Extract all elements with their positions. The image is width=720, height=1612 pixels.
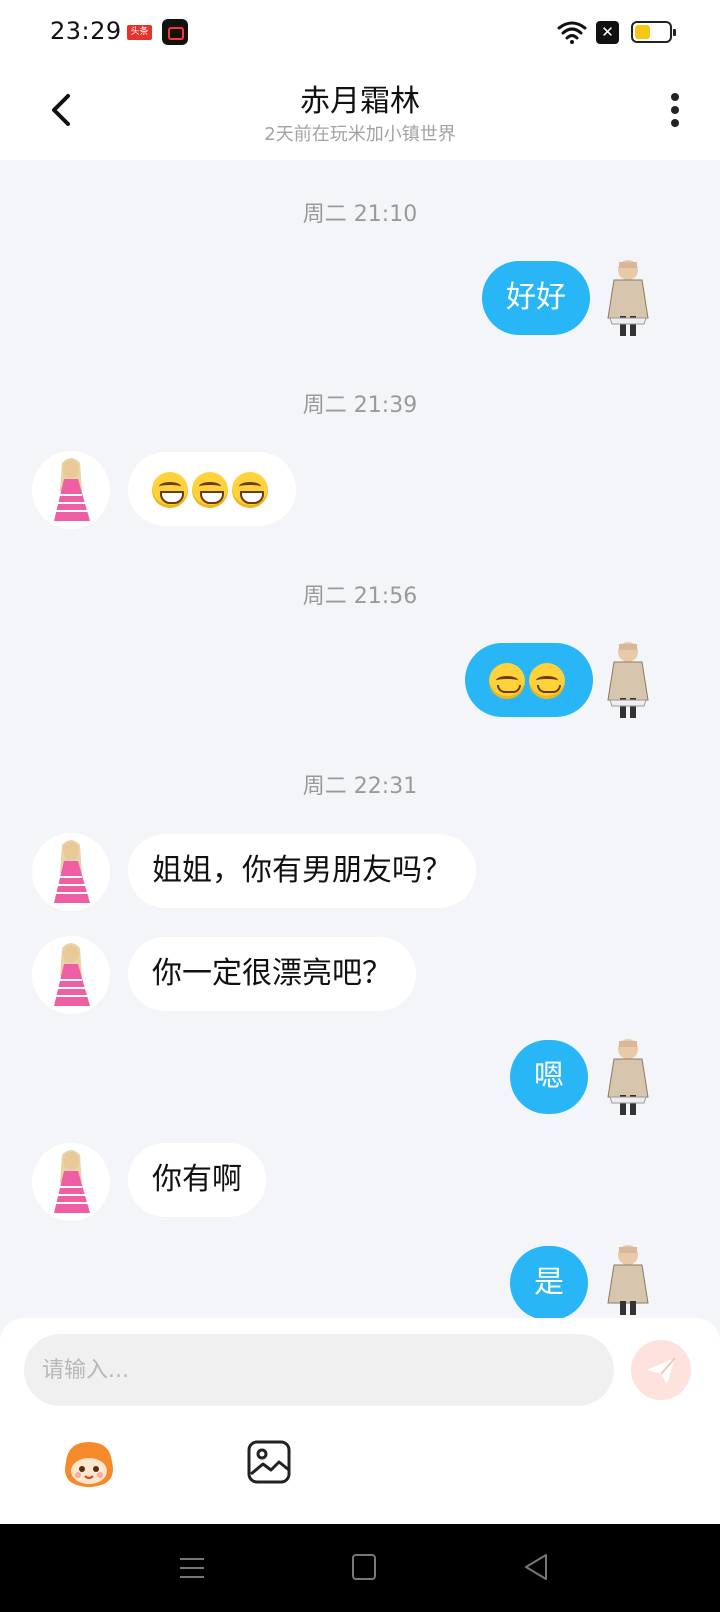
my-avatar[interactable]	[600, 1243, 656, 1315]
recent-apps-icon[interactable]	[178, 1554, 206, 1582]
more-options-icon[interactable]	[660, 90, 690, 130]
incoming-message[interactable]: 你有啊	[128, 1143, 266, 1217]
outgoing-message[interactable]: 嗯	[510, 1040, 588, 1114]
message-timestamp: 周二 21:56	[302, 584, 418, 609]
message-timestamp: 周二 21:39	[302, 393, 418, 418]
contact-status: 2天前在玩米加小镇世界	[264, 124, 456, 145]
incoming-message[interactable]: 姐姐，你有男朋友吗？	[128, 834, 476, 908]
system-nav-bar	[0, 1524, 720, 1612]
battery-icon	[631, 21, 676, 43]
contact-avatar[interactable]	[32, 936, 110, 1014]
battery-level	[635, 25, 650, 39]
mascot-sticker-icon[interactable]	[60, 1438, 118, 1490]
outgoing-message[interactable]: 是	[510, 1246, 588, 1320]
my-avatar[interactable]	[600, 258, 656, 340]
outgoing-message[interactable]	[465, 643, 593, 717]
message-input[interactable]	[24, 1334, 614, 1406]
grinning-face-icon	[232, 471, 268, 508]
chat-screen: 23:29 头条 ✕ 赤月霜林 2天前在玩米加小镇世界 周二 21:10 好好	[0, 0, 720, 1612]
chat-header: 赤月霜林 2天前在玩米加小镇世界	[0, 62, 720, 160]
input-panel	[0, 1318, 720, 1524]
contact-name: 赤月霜林	[300, 84, 420, 119]
grinning-face-icon	[152, 471, 188, 508]
contact-avatar[interactable]	[32, 833, 110, 911]
paper-plane-icon	[647, 1357, 676, 1384]
wifi-icon	[557, 21, 587, 44]
send-button[interactable]	[631, 1340, 691, 1400]
outgoing-message[interactable]: 好好	[482, 261, 590, 335]
video-app-icon	[162, 19, 188, 45]
my-avatar[interactable]	[600, 640, 656, 722]
status-time: 23:29	[50, 17, 122, 45]
system-back-icon[interactable]	[522, 1552, 550, 1582]
news-app-icon: 头条	[127, 25, 152, 40]
home-icon[interactable]	[352, 1554, 376, 1580]
incoming-message[interactable]: 你一定很漂亮吧？	[128, 937, 416, 1011]
smiling-face-icon	[529, 662, 565, 699]
contact-avatar[interactable]	[32, 451, 110, 529]
message-timestamp: 周二 22:31	[302, 774, 418, 799]
message-timestamp: 周二 21:10	[302, 202, 418, 227]
grinning-face-icon	[192, 471, 228, 508]
status-bar: 23:29 头条 ✕	[0, 0, 720, 62]
my-avatar[interactable]	[600, 1037, 656, 1119]
smiling-face-icon	[489, 662, 525, 699]
incoming-message[interactable]	[128, 452, 296, 526]
notification-x-icon: ✕	[596, 21, 619, 44]
contact-avatar[interactable]	[32, 1143, 110, 1221]
image-picker-icon[interactable]	[245, 1438, 293, 1486]
